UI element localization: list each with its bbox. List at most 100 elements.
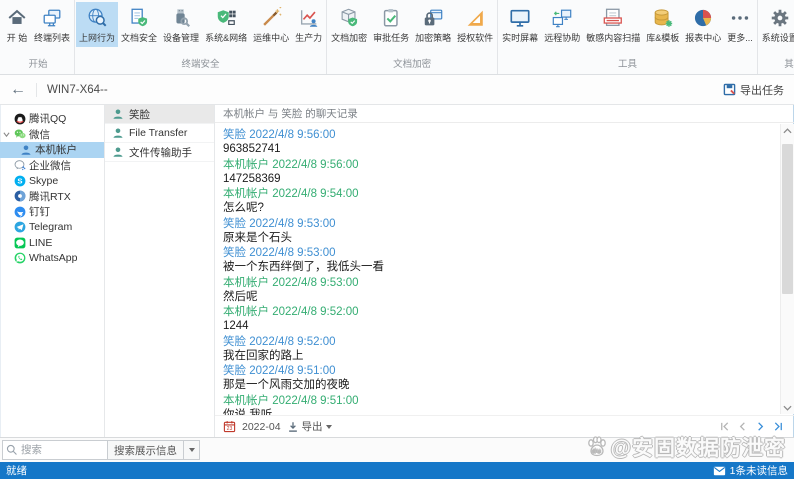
- chat-message: 本机帐户 2022/4/8 9:52:00 1244: [223, 305, 770, 334]
- ribbon-item-remote-assist[interactable]: 远程协助: [541, 2, 583, 47]
- sidebar-item-rtx[interactable]: 腾讯RTX: [0, 189, 104, 205]
- search-display-button[interactable]: 搜索展示信息: [108, 440, 184, 460]
- ribbon-item-encryption-policy[interactable]: 加密策略: [412, 2, 454, 47]
- main-area: 腾讯QQ 微信 本机帐户 企业微信 S Skype 腾讯RTX 钉钉 Teleg…: [0, 105, 794, 437]
- ribbon-item-internet-behavior[interactable]: 上网行为: [76, 2, 118, 47]
- ribbon-item-label: 系统&网络: [205, 31, 247, 44]
- calendar-icon[interactable]: 23: [223, 420, 236, 433]
- scroll-up-icon[interactable]: [781, 124, 794, 137]
- terminal-list-icon: [41, 7, 63, 29]
- sidebar-item-line[interactable]: LINE: [0, 235, 104, 251]
- sidebar-item-label: 本机帐户: [35, 142, 77, 157]
- chat-message: 本机帐户 2022/4/8 9:54:00 怎么呢?: [223, 187, 770, 216]
- last-page-icon[interactable]: [773, 421, 784, 432]
- chat-panel: 本机帐户 与 笑脸 的聊天记录 笑脸 2022/4/8 9:56:00 9638…: [215, 105, 794, 437]
- ribbon-item-library-template[interactable]: 库&模板: [643, 2, 682, 47]
- ribbon-item-realtime-screen[interactable]: 实时屏幕: [499, 2, 541, 47]
- sidebar-item-account-person[interactable]: 本机帐户: [0, 142, 104, 158]
- sidebar-item-skype[interactable]: S Skype: [0, 173, 104, 189]
- next-page-icon[interactable]: [755, 421, 766, 432]
- search-input[interactable]: [21, 444, 104, 456]
- message-sender-time: 本机帐户 2022/4/8 9:52:00: [223, 305, 770, 319]
- chat-export-label: 导出: [302, 419, 323, 434]
- ribbon-group-label: 工具: [499, 55, 756, 74]
- first-page-icon[interactable]: [719, 421, 730, 432]
- message-text: 1244: [223, 319, 770, 334]
- realtime-screen-icon: [509, 7, 531, 29]
- ribbon-item-label: 运维中心: [253, 31, 289, 44]
- line-icon: [14, 237, 26, 249]
- message-sender-time: 笑脸 2022/4/8 9:53:00: [223, 217, 770, 231]
- wecom-icon: [14, 159, 26, 171]
- sidebar-item-wechat[interactable]: 微信: [0, 127, 104, 143]
- productivity-icon: [298, 7, 320, 29]
- prev-page-icon[interactable]: [737, 421, 748, 432]
- app-sidebar: 腾讯QQ 微信 本机帐户 企业微信 S Skype 腾讯RTX 钉钉 Teleg…: [0, 105, 105, 437]
- export-task-button[interactable]: 导出任务: [723, 82, 784, 98]
- message-sender-time: 本机帐户 2022/4/8 9:56:00: [223, 158, 770, 172]
- message-text: 147258369: [223, 172, 770, 187]
- ribbon-item-label: 生产力: [295, 31, 322, 44]
- chat-month-filter[interactable]: 2022-04: [242, 421, 281, 433]
- chat-message: 本机帐户 2022/4/8 9:51:00 你说,我听: [223, 394, 770, 416]
- remote-assist-icon: [551, 7, 573, 29]
- person-icon: [112, 108, 124, 120]
- contact-item[interactable]: File Transfer: [105, 124, 214, 143]
- telegram-icon: [14, 221, 26, 233]
- chat-scrollbar[interactable]: [780, 124, 794, 414]
- ribbon-item-label: 上网行为: [79, 31, 115, 44]
- person-icon: [112, 127, 124, 139]
- ribbon: 开 始 终端列表 开始 上网行为 文档安全 设备管理 系统&网络 运维中心 生产…: [0, 0, 794, 75]
- ribbon-item-sensitive-scan[interactable]: 敏感内容扫描: [583, 2, 643, 47]
- sidebar-item-dingtalk[interactable]: 钉钉: [0, 204, 104, 220]
- unread-message-indicator[interactable]: 1条未读信息: [713, 463, 788, 478]
- scroll-down-icon[interactable]: [781, 401, 794, 414]
- ribbon-item-ops-center[interactable]: 运维中心: [250, 2, 292, 47]
- message-text: 被一个东西绊倒了，我低头一看: [223, 260, 770, 275]
- skype-icon: S: [14, 175, 26, 187]
- message-text: 怎么呢?: [223, 201, 770, 216]
- ribbon-item-device-management[interactable]: 设备管理: [160, 2, 202, 47]
- search-bar: 搜索展示信息: [0, 437, 794, 462]
- ribbon-item-authorized-software[interactable]: 授权软件: [454, 2, 496, 47]
- ribbon-item-productivity[interactable]: 生产力: [292, 2, 325, 47]
- contact-item[interactable]: 文件传输助手: [105, 143, 214, 162]
- sidebar-item-telegram[interactable]: Telegram: [0, 220, 104, 236]
- chat-message: 笑脸 2022/4/8 9:52:00 我在回家的路上: [223, 335, 770, 364]
- ribbon-item-settings[interactable]: 系统设置: [759, 2, 794, 47]
- sidebar-item-label: WhatsApp: [29, 252, 77, 264]
- ribbon-group-label: 文档加密: [328, 55, 496, 74]
- ribbon-item-document-security[interactable]: 文档安全: [118, 2, 160, 47]
- contact-item[interactable]: 笑脸: [105, 105, 214, 124]
- document-security-icon: [128, 7, 150, 29]
- sidebar-item-label: 腾讯RTX: [29, 189, 71, 204]
- message-text: 我在回家的路上: [223, 349, 770, 364]
- system-network-icon: [215, 7, 237, 29]
- sidebar-item-wecom[interactable]: 企业微信: [0, 158, 104, 174]
- ribbon-item-system-network[interactable]: 系统&网络: [202, 2, 250, 47]
- secondary-toolbar: ← WIN7-X64-- 导出任务: [0, 75, 794, 105]
- sidebar-item-whatsapp[interactable]: WhatsApp: [0, 251, 104, 267]
- ribbon-item-doc-encryption[interactable]: 文档加密: [328, 2, 370, 47]
- ribbon-item-home[interactable]: 开 始: [3, 2, 31, 47]
- message-sender-time: 笑脸 2022/4/8 9:52:00: [223, 335, 770, 349]
- scrollbar-thumb[interactable]: [782, 144, 793, 294]
- ribbon-item-more[interactable]: 更多...: [724, 2, 756, 47]
- ribbon-item-report-center[interactable]: 报表中心: [682, 2, 724, 47]
- settings-icon: [769, 7, 791, 29]
- sidebar-item-label: Telegram: [29, 221, 72, 233]
- message-text: 那是一个风雨交加的夜晚: [223, 378, 770, 393]
- status-text: 就绪: [6, 463, 27, 478]
- whatsapp-icon: [14, 252, 26, 264]
- ops-center-icon: [260, 7, 282, 29]
- sidebar-item-label: 钉钉: [29, 204, 50, 219]
- chat-export-button[interactable]: 导出: [287, 419, 332, 434]
- sidebar-item-qq[interactable]: 腾讯QQ: [0, 111, 104, 127]
- ribbon-group: 上网行为 文档安全 设备管理 系统&网络 运维中心 生产力 终端安全: [75, 0, 327, 74]
- contact-name: 笑脸: [129, 107, 150, 122]
- back-button[interactable]: ←: [10, 82, 26, 98]
- ribbon-item-approval-task[interactable]: 审批任务: [370, 2, 412, 47]
- ribbon-item-terminal-list[interactable]: 终端列表: [31, 2, 73, 47]
- search-display-dropdown[interactable]: [184, 440, 200, 460]
- ribbon-item-label: 开 始: [7, 31, 28, 44]
